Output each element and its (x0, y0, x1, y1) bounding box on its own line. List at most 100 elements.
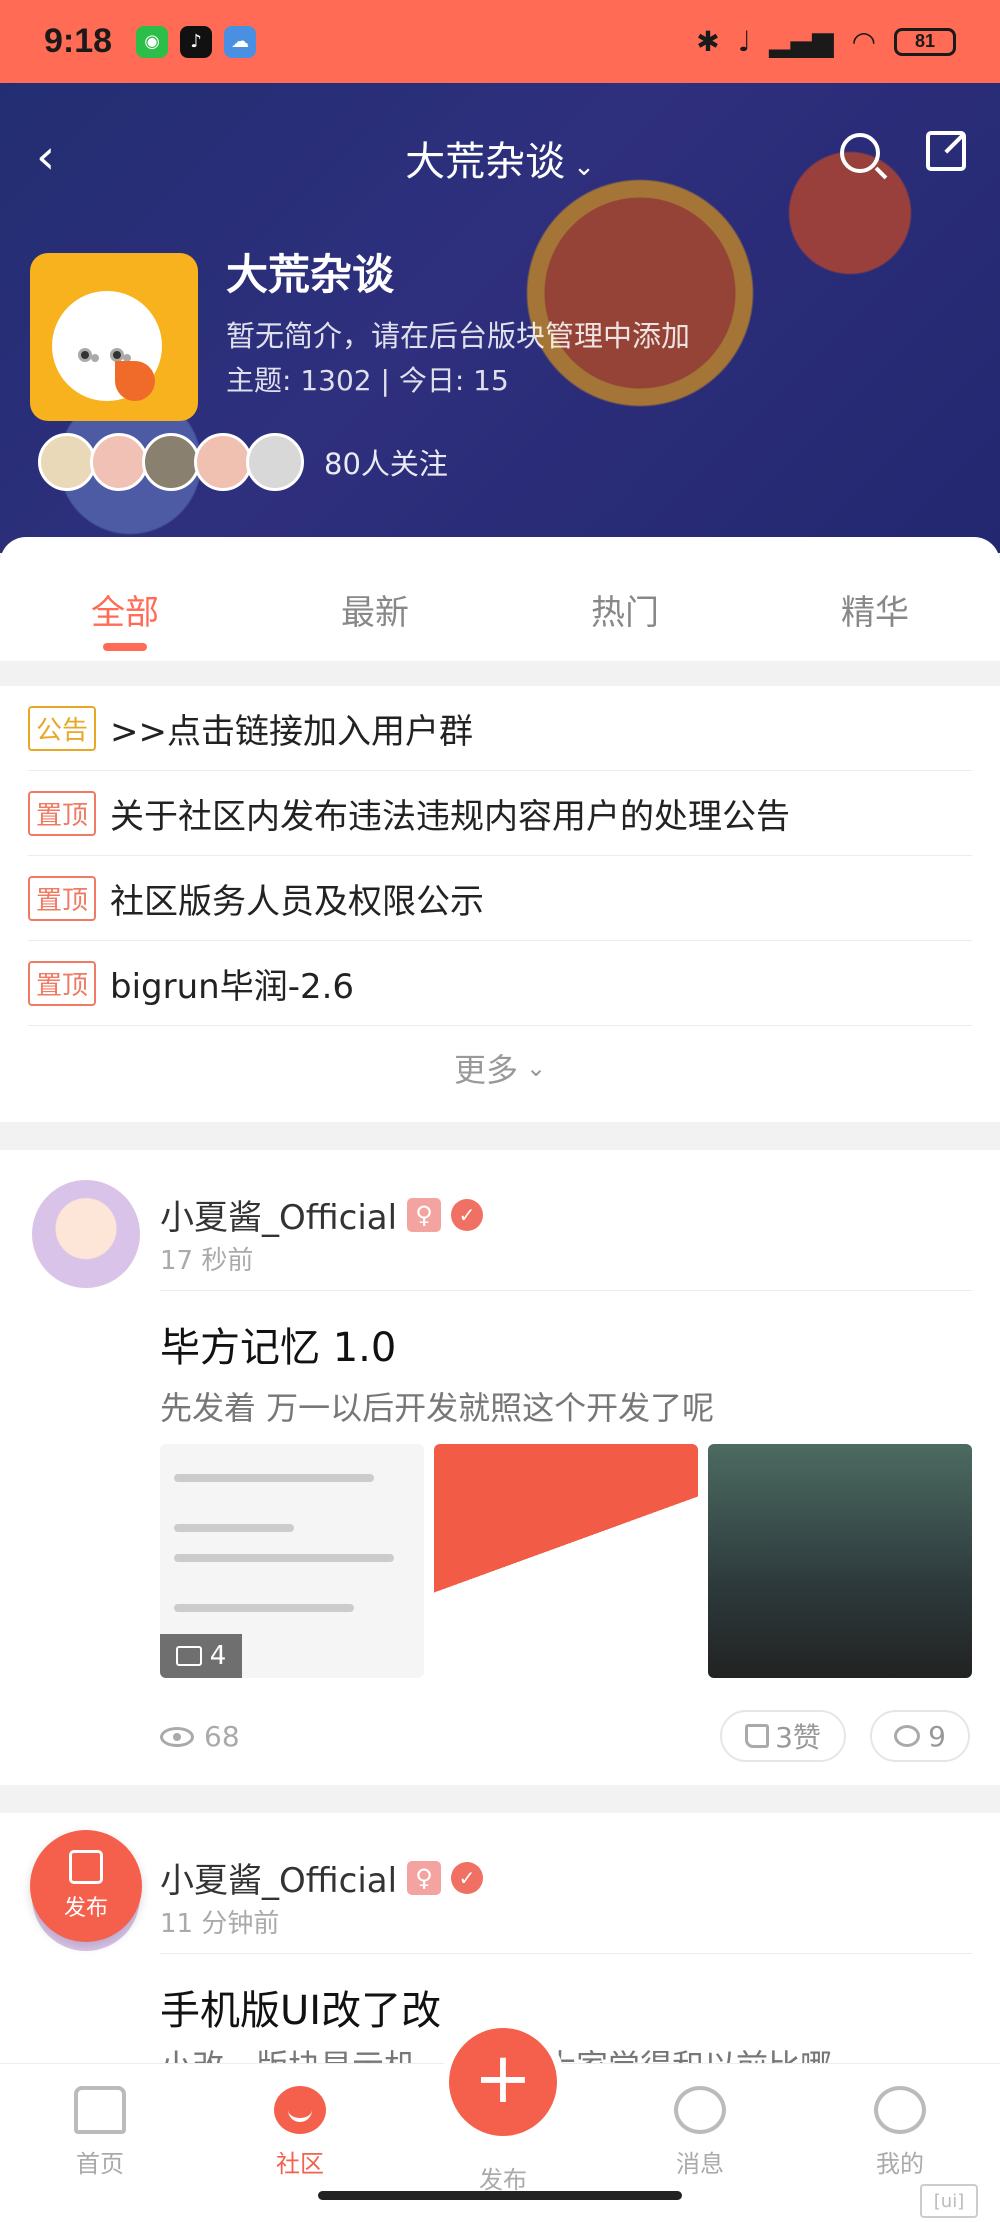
female-icon: ♀ (407, 1197, 442, 1232)
view-count: 68 (160, 1720, 240, 1753)
follower-avatar (90, 433, 148, 491)
forum-name: 大荒杂谈 (226, 250, 395, 299)
notice-text: >>点击链接加入用户群 (110, 711, 473, 752)
follower-avatar (142, 433, 200, 491)
image-count-badge: 4 (160, 1634, 242, 1678)
like-button[interactable]: 3赞 (720, 1710, 846, 1762)
post-image[interactable] (708, 1444, 972, 1678)
pinned-tag: 置顶 (28, 875, 97, 921)
nav-label: 我的 (876, 2150, 924, 2178)
tiktok-icon: ♪ (180, 25, 213, 58)
wechat-icon: ◉ (136, 25, 169, 58)
announcement-tag: 公告 (28, 705, 97, 751)
author-name: 小夏酱_Official (160, 1861, 398, 1901)
nav-title: 大荒杂谈 (405, 139, 566, 185)
mute-icon: ♩ (737, 25, 751, 58)
notice-text: bigrun毕润-2.6 (110, 966, 355, 1007)
nav-label: 社区 (276, 2150, 324, 2178)
watermark-logo: [ui] (920, 2184, 978, 2218)
notice-item[interactable]: 置顶 bigrun毕润-2.6 (28, 941, 972, 1026)
post-card[interactable]: 小夏酱_Official ♀ ✓ 17 秒前 毕方记忆 1.0 先发着 万一以后… (0, 1150, 1000, 1785)
image-count: 4 (209, 1641, 227, 1671)
status-bar: 9:18 ◉ ♪ ☁ ✱ ♩ ▂▄▆ ◠ 81 (0, 0, 1000, 83)
thumbs-up-icon (745, 1724, 770, 1748)
bluetooth-icon: ✱ (696, 25, 720, 58)
female-icon: ♀ (407, 1860, 442, 1895)
status-icons: ✱ ♩ ▂▄▆ ◠ 81 (696, 25, 956, 58)
forum-stats: 主题: 1302 | 今日: 15 (226, 364, 509, 397)
post-card[interactable]: 小夏酱_Official ♀ ✓ 11 分钟前 手机版UI改了改 小改一版块显示… (0, 1813, 1000, 2063)
fab-label: 发布 (63, 1896, 108, 1921)
notice-item[interactable]: 置顶 关于社区内发布违法违规内容用户的处理公告 (28, 771, 972, 856)
edit-icon[interactable] (926, 131, 966, 171)
pinned-tag: 置顶 (28, 960, 97, 1006)
tab-all[interactable]: 全部 (0, 537, 250, 661)
message-icon (674, 2086, 726, 2134)
wifi-icon: ◠ (851, 25, 876, 58)
post-title[interactable]: 毕方记忆 1.0 (160, 1315, 396, 1373)
notice-item[interactable]: 公告 >>点击链接加入用户群 (28, 686, 972, 771)
nav-label: 发布 (479, 2166, 527, 2194)
search-icon[interactable] (840, 133, 880, 173)
follower-avatar (38, 433, 96, 491)
comment-button[interactable]: 9 (870, 1710, 970, 1762)
tab-featured[interactable]: 精华 (750, 537, 1000, 661)
tab-hot[interactable]: 热门 (500, 537, 750, 661)
comment-count: 9 (928, 1719, 946, 1753)
post-images: 4 (160, 1444, 972, 1678)
chevron-down-icon: ⌄ (525, 1054, 547, 1082)
author-avatar[interactable] (32, 1180, 140, 1288)
edit-icon (69, 1850, 103, 1884)
battery-icon: 81 (894, 27, 956, 56)
follower-avatar (194, 433, 252, 491)
publish-fab[interactable]: 发布 (30, 1830, 142, 1942)
verified-icon: ✓ (451, 1198, 484, 1231)
weather-icon: ☁ (224, 25, 257, 58)
nav-community[interactable]: 社区 (240, 2086, 360, 2179)
nav-label: 消息 (676, 2150, 724, 2178)
post-time: 11 分钟前 (160, 1909, 280, 1939)
home-indicator[interactable] (318, 2191, 682, 2200)
post-author[interactable]: 小夏酱_Official ♀ ✓ (160, 1853, 484, 1902)
divider (160, 1953, 972, 1954)
community-icon (274, 2086, 326, 2134)
tab-bar: 全部 最新 热门 精华 (0, 537, 1000, 661)
chevron-down-icon: ⌄ (573, 152, 595, 182)
followers-count: 80人关注 (324, 447, 448, 481)
status-time: 9:18 (44, 22, 113, 60)
post-image[interactable] (434, 1444, 698, 1678)
post-author[interactable]: 小夏酱_Official ♀ ✓ (160, 1190, 484, 1239)
home-icon (74, 2086, 126, 2134)
nav-messages[interactable]: 消息 (640, 2086, 760, 2179)
like-count: 3赞 (775, 1721, 821, 1754)
notice-text: 关于社区内发布违法违规内容用户的处理公告 (110, 796, 791, 837)
pinned-tag: 置顶 (28, 790, 97, 836)
nav-label: 首页 (76, 2150, 124, 2178)
top-nav: ‹ 大荒杂谈 ⌄ (0, 113, 1000, 193)
post-excerpt: 先发着 万一以后开发就照这个开发了呢 (160, 1389, 715, 1427)
bottom-navigation: 首页 社区 + 发布 消息 我的 [ui] (0, 2028, 1000, 2222)
follower-avatar (246, 433, 304, 491)
forum-header: ‹ 大荒杂谈 ⌄ 大荒杂谈 暂无简介，请在后台版块管理中添加 主题: 1302 |… (0, 83, 1000, 553)
more-notices-button[interactable]: 更多 ⌄ (28, 1026, 972, 1110)
post-title[interactable]: 手机版UI改了改 (160, 1978, 441, 2036)
profile-icon (874, 2086, 926, 2134)
more-label: 更多 (453, 1051, 518, 1089)
tab-latest[interactable]: 最新 (250, 537, 500, 661)
eye-icon (160, 1726, 194, 1747)
views-value: 68 (204, 1720, 240, 1753)
signal-icon: ▂▄▆ (768, 25, 834, 58)
nav-home[interactable]: 首页 (40, 2086, 160, 2179)
forum-description: 暂无简介，请在后台版块管理中添加 (226, 319, 691, 353)
pinned-notices: 公告 >>点击链接加入用户群 置顶 关于社区内发布违法违规内容用户的处理公告 置… (0, 686, 1000, 1122)
notice-item[interactable]: 置顶 社区版务人员及权限公示 (28, 856, 972, 941)
center-publish-button[interactable]: + (449, 2028, 557, 2136)
notice-text: 社区版务人员及权限公示 (110, 881, 485, 922)
followers-row[interactable]: 80人关注 (38, 433, 448, 491)
forum-logo (30, 253, 198, 421)
nav-me[interactable]: 我的 (840, 2086, 960, 2179)
post-image[interactable]: 4 (160, 1444, 424, 1678)
comment-icon (894, 1725, 921, 1747)
divider (160, 1290, 972, 1291)
image-icon (175, 1646, 202, 1666)
